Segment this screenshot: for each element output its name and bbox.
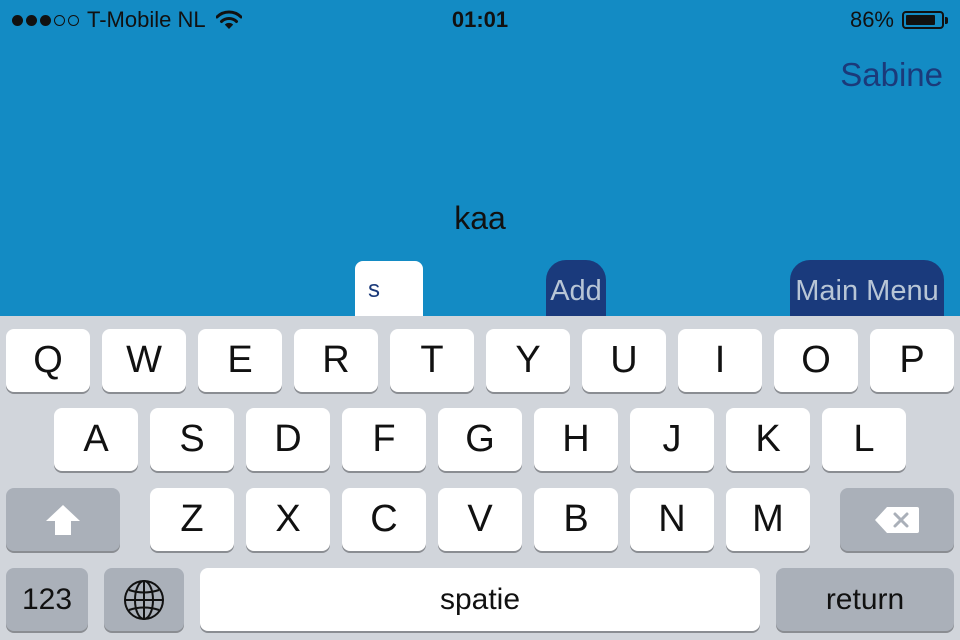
status-right: 86% [850, 7, 948, 33]
key-v[interactable]: V [438, 488, 522, 551]
key-l[interactable]: L [822, 408, 906, 471]
current-word: kaa [454, 200, 506, 236]
key-r[interactable]: R [294, 329, 378, 392]
key-k[interactable]: K [726, 408, 810, 471]
signal-dot [68, 14, 79, 26]
key-z[interactable]: Z [150, 488, 234, 551]
key-d[interactable]: D [246, 408, 330, 471]
status-bar: T-Mobile NL 01:01 86% [0, 0, 960, 40]
signal-dot [54, 14, 65, 26]
wifi-icon [215, 10, 242, 30]
signal-strength-icon [12, 14, 79, 26]
status-left: T-Mobile NL [12, 7, 242, 33]
key-q[interactable]: Q [6, 329, 90, 392]
return-key[interactable]: return [776, 568, 954, 631]
backspace-icon [873, 505, 921, 535]
key-t[interactable]: T [390, 329, 474, 392]
battery-percent: 86% [849, 7, 894, 32]
globe-icon [123, 579, 165, 621]
space-key[interactable]: spatie [200, 568, 760, 631]
key-a[interactable]: A [54, 408, 138, 471]
key-c[interactable]: C [342, 488, 426, 551]
key-e[interactable]: E [198, 329, 282, 392]
key-y[interactable]: Y [486, 329, 570, 392]
key-i[interactable]: I [678, 329, 762, 392]
keyboard: Q W E R T Y U I O P A S D F G H J K L Z … [0, 316, 960, 640]
carrier-name: T-Mobile NL [87, 7, 206, 32]
key-u[interactable]: U [582, 329, 666, 392]
user-name: Sabine [840, 56, 943, 93]
key-b[interactable]: B [534, 488, 618, 551]
numbers-key[interactable]: 123 [6, 568, 88, 631]
key-w[interactable]: W [102, 329, 186, 392]
shift-key[interactable] [6, 488, 120, 551]
signal-dot [26, 14, 37, 26]
add-button[interactable]: Add [546, 260, 606, 318]
key-j[interactable]: J [630, 408, 714, 471]
battery-icon [902, 11, 948, 29]
letter-input[interactable] [355, 261, 423, 319]
main-menu-button[interactable]: Main Menu [790, 260, 944, 318]
key-g[interactable]: G [438, 408, 522, 471]
shift-icon [44, 503, 82, 537]
key-s[interactable]: S [150, 408, 234, 471]
backspace-key[interactable] [840, 488, 954, 551]
key-o[interactable]: O [774, 329, 858, 392]
key-m[interactable]: M [726, 488, 810, 551]
signal-dot [12, 14, 23, 26]
key-p[interactable]: P [870, 329, 954, 392]
globe-key[interactable] [104, 568, 184, 631]
key-h[interactable]: H [534, 408, 618, 471]
signal-dot [40, 14, 51, 26]
key-x[interactable]: X [246, 488, 330, 551]
key-f[interactable]: F [342, 408, 426, 471]
key-n[interactable]: N [630, 488, 714, 551]
